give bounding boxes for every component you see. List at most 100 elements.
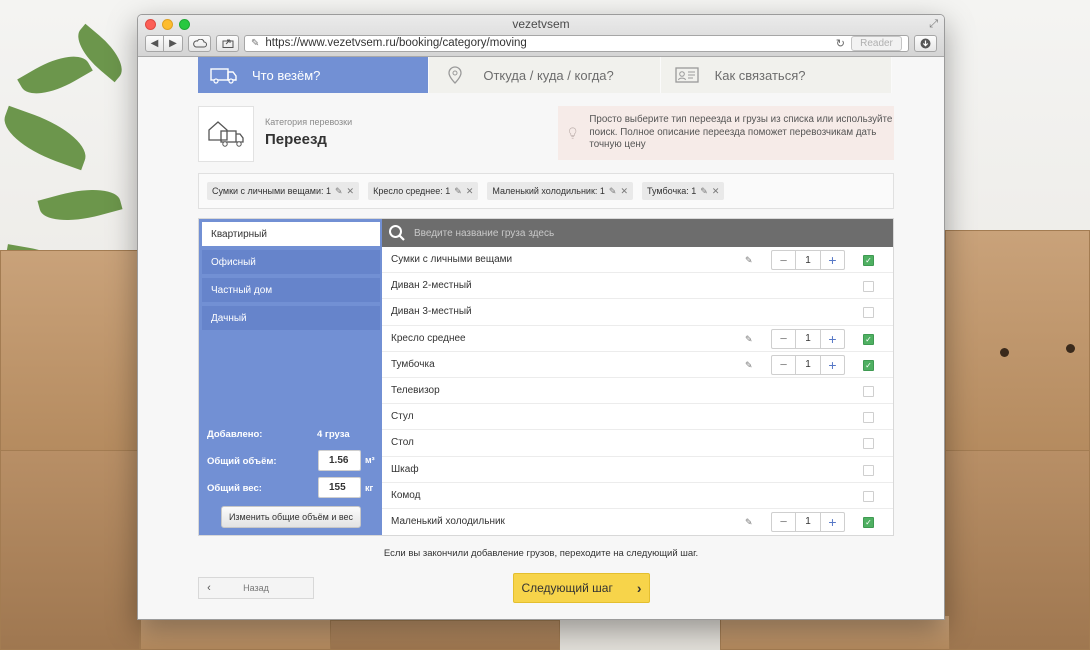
cloud-icon: [192, 38, 207, 47]
sidebar-item-private-house[interactable]: Частный дом: [202, 278, 380, 302]
list-item: Сумки с личными вещами ✎ −1 + ✓: [382, 247, 893, 274]
quantity-value[interactable]: 1: [796, 513, 820, 531]
list-item: Диван 2-местный: [382, 273, 893, 300]
site-icon: ✎: [251, 37, 260, 49]
downloads-button[interactable]: [914, 34, 937, 52]
window-title: vezetvsem: [512, 17, 570, 31]
item-name: Шкаф: [391, 463, 419, 475]
quantity-value[interactable]: 1: [796, 251, 820, 269]
page-content: Что везём? Откуда / куда / когда? Как св…: [138, 57, 944, 619]
back-button[interactable]: ‹ Назад: [198, 577, 314, 599]
decrease-button[interactable]: −: [772, 251, 796, 269]
next-step-button[interactable]: Следующий шаг ›: [513, 573, 650, 603]
quantity-stepper: −1 +: [771, 511, 845, 532]
quantity-stepper: −1 +: [771, 354, 845, 375]
pencil-icon[interactable]: ✎: [609, 186, 617, 197]
cargo-search-bar[interactable]: Введите название груза здесь: [382, 219, 893, 247]
list-item: Маленький холодильник ✎ −1 + ✓: [382, 509, 893, 535]
pencil-icon[interactable]: ✎: [745, 255, 753, 266]
increase-button[interactable]: +: [820, 355, 844, 374]
lightbulb-icon: [569, 127, 577, 139]
item-name: Стол: [391, 437, 414, 449]
item-checkbox[interactable]: [863, 281, 874, 293]
sidebar-item-dacha[interactable]: Дачный: [202, 306, 380, 330]
volume-label: Общий объём:: [207, 456, 277, 467]
item-name: Кресло среднее: [391, 332, 466, 344]
step-where-when[interactable]: Откуда / куда / когда?: [429, 57, 661, 93]
download-icon: [920, 38, 931, 48]
quantity-value[interactable]: 1: [796, 330, 820, 348]
pencil-icon[interactable]: ✎: [700, 186, 708, 197]
decrease-button[interactable]: −: [772, 512, 796, 531]
browser-toolbar: ◀ ▶ ✎ https://www.vezetvsem.ru/booking/c…: [145, 34, 937, 52]
item-checkbox[interactable]: [863, 464, 874, 476]
remove-icon[interactable]: ✕: [347, 186, 355, 197]
cargo-panel: Квартирный Офисный Частный дом Дачный До…: [198, 218, 894, 536]
fullscreen-icon[interactable]: ⤢: [929, 18, 938, 31]
item-checkbox[interactable]: ✓: [863, 333, 874, 345]
item-checkbox[interactable]: [863, 438, 874, 450]
increase-button[interactable]: +: [820, 329, 844, 348]
item-name: Телевизор: [391, 385, 440, 397]
category-caption: Категория перевозки: [265, 117, 353, 127]
weight-field[interactable]: 155: [318, 477, 361, 498]
volume-field[interactable]: 1.56: [318, 450, 361, 471]
chip: Маленький холодильник: 1 ✎ ✕: [487, 182, 633, 200]
item-name: Сумки с личными вещами: [391, 254, 513, 266]
reader-button[interactable]: Reader: [851, 35, 902, 51]
step-what[interactable]: Что везём?: [198, 57, 430, 93]
step-contact[interactable]: Как связаться?: [660, 57, 892, 93]
chip: Кресло среднее: 1 ✎ ✕: [368, 182, 479, 200]
reload-icon[interactable]: ↻: [836, 37, 845, 50]
item-checkbox[interactable]: [863, 385, 874, 397]
change-volume-weight-button[interactable]: Изменить общие объём и вес: [221, 506, 361, 528]
added-value: 4 груза: [317, 429, 350, 440]
contact-card-icon: [673, 65, 701, 85]
list-item: Стул: [382, 404, 893, 431]
icloud-tabs-button[interactable]: [188, 34, 211, 52]
item-checkbox[interactable]: ✓: [863, 255, 874, 266]
item-checkbox[interactable]: [863, 490, 874, 502]
sidebar-item-office[interactable]: Офисный: [202, 250, 380, 274]
browser-titlebar: vezetvsem ⤢ ◀ ▶ ✎ https://www.vezetvsem.…: [138, 15, 944, 57]
list-item: Комод: [382, 483, 893, 509]
item-checkbox[interactable]: ✓: [863, 516, 874, 528]
quantity-stepper: −1 +: [771, 250, 845, 270]
item-name: Комод: [391, 489, 421, 501]
item-checkbox[interactable]: ✓: [863, 359, 874, 371]
pencil-icon[interactable]: ✎: [745, 334, 753, 345]
item-name: Маленький холодильник: [391, 516, 505, 528]
remove-icon[interactable]: ✕: [466, 186, 474, 197]
increase-button[interactable]: +: [820, 251, 844, 269]
sidebar-item-apartment[interactable]: Квартирный: [202, 222, 380, 246]
list-item: Кресло среднее ✎ −1 + ✓: [382, 326, 893, 352]
address-bar[interactable]: ✎ https://www.vezetvsem.ru/booking/categ…: [244, 34, 909, 52]
step-label: Откуда / куда / когда?: [483, 67, 614, 83]
increase-button[interactable]: +: [820, 512, 844, 531]
moving-type-sidebar: Квартирный Офисный Частный дом Дачный До…: [199, 219, 382, 535]
pencil-icon[interactable]: ✎: [745, 517, 753, 528]
decrease-button[interactable]: −: [772, 355, 796, 374]
pencil-icon[interactable]: ✎: [335, 186, 343, 197]
item-name: Тумбочка: [391, 358, 435, 370]
pencil-icon[interactable]: ✎: [745, 360, 753, 371]
category-icon-box: [198, 106, 254, 162]
item-checkbox[interactable]: [863, 307, 874, 319]
browser-window: vezetvsem ⤢ ◀ ▶ ✎ https://www.vezetvsem.…: [137, 14, 945, 620]
forward-arrow-button[interactable]: ▶: [164, 34, 183, 52]
added-label: Добавлено:: [207, 429, 263, 440]
step-label: Что везём?: [252, 67, 321, 83]
category-title: Переезд: [265, 131, 327, 148]
back-arrow-button[interactable]: ◀: [145, 34, 164, 52]
quantity-stepper: −1 +: [771, 328, 845, 349]
map-pin-icon: [441, 65, 469, 85]
quantity-value[interactable]: 1: [796, 356, 820, 374]
decrease-button[interactable]: −: [772, 329, 796, 348]
pencil-icon[interactable]: ✎: [454, 186, 462, 197]
item-checkbox[interactable]: [863, 412, 874, 424]
remove-icon[interactable]: ✕: [620, 186, 628, 197]
remove-icon[interactable]: ✕: [712, 186, 720, 197]
back-arrow-icon: ◀: [150, 37, 159, 49]
search-input[interactable]: Введите название груза здесь: [414, 228, 554, 239]
share-button[interactable]: [216, 34, 239, 52]
